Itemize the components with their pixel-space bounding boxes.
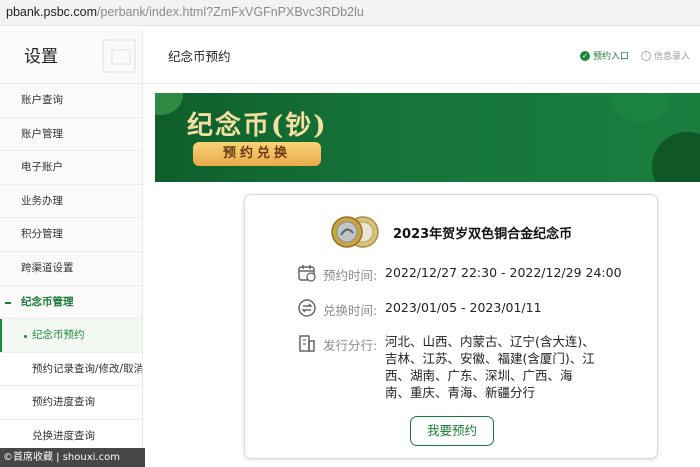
banner-title: 纪念币(钞) bbox=[187, 111, 328, 141]
exchange-time-label: 兑换时间: bbox=[323, 303, 378, 318]
sidebar-item-label: 电子账户 bbox=[21, 161, 63, 174]
banner-reserve-badge: 预约兑换 bbox=[193, 142, 321, 166]
sidebar-title-text: 设置 bbox=[24, 47, 58, 67]
url-host: pbank.psbc.com bbox=[6, 5, 98, 19]
sidebar-item-business[interactable]: 业务办理 bbox=[0, 185, 142, 219]
reserve-time-value: 2022/12/27 22:30 - 2022/12/29 24:00 bbox=[385, 265, 622, 280]
promo-banner: 纪念币(钞) 预约兑换 bbox=[155, 93, 700, 182]
sidebar-subitem-label: 纪念币预约 bbox=[32, 329, 85, 342]
sidebar-item-points[interactable]: 积分管理 bbox=[0, 218, 142, 252]
branch-label: 发行分行: bbox=[323, 338, 378, 353]
check-circle-icon: ✓ bbox=[580, 50, 590, 61]
branch-row: 发行分行: 河北、山西、内蒙古、辽宁(含大连)、吉林、江苏、安徽、福建(含厦门)… bbox=[297, 333, 637, 405]
decor-leaf bbox=[610, 93, 670, 123]
url-path: /perbank/index.html?ZmFxVGFnPXBvc3RDb2lu bbox=[97, 5, 364, 19]
sidebar-subitem-coin-reserve[interactable]: 纪念币预约 bbox=[0, 319, 142, 353]
sidebar-item-cross-channel[interactable]: 跨渠道设置 bbox=[0, 252, 142, 286]
sidebar-subitem-progress[interactable]: 预约进度查询 bbox=[0, 386, 142, 420]
site-watermark: ©首席收藏 | shouxi.com bbox=[0, 448, 145, 467]
sidebar-item-e-account[interactable]: 电子账户 bbox=[0, 151, 142, 185]
reserve-time-row: 预约时间: 2022/12/27 22:30 - 2022/12/29 24:0… bbox=[297, 263, 637, 285]
decor-leaf bbox=[155, 93, 183, 115]
main-header: 纪念币预约 ✓ 预约入口 i 信息录入 bbox=[144, 30, 700, 84]
sidebar-item-label: 积分管理 bbox=[21, 228, 63, 241]
exchange-time-value: 2023/01/05 - 2023/01/11 bbox=[385, 300, 542, 315]
info-entry-link[interactable]: i 信息录入 bbox=[641, 49, 690, 62]
sidebar-item-label: 跨渠道设置 bbox=[21, 261, 74, 274]
sidebar: 设置 账户查询 账户管理 电子账户 业务办理 积分管理 跨渠道设置 纪念币管理 … bbox=[0, 30, 143, 467]
sidebar-group-coin[interactable]: 纪念币管理 bbox=[0, 286, 142, 320]
coin-icon bbox=[331, 216, 379, 248]
sidebar-subitem-label: 预约记录查询/修改/取消 bbox=[32, 362, 143, 375]
sidebar-item-label: 账户管理 bbox=[21, 127, 63, 140]
exchange-icon bbox=[298, 299, 316, 317]
coin-title: 2023年贺岁双色铜合金纪念币 bbox=[393, 227, 573, 242]
sidebar-item-account-manage[interactable]: 账户管理 bbox=[0, 118, 142, 152]
exchange-time-row: 兑换时间: 2023/01/05 - 2023/01/11 bbox=[297, 298, 637, 320]
building-icon bbox=[299, 335, 315, 352]
sidebar-subitem-label: 预约进度查询 bbox=[32, 396, 95, 409]
decor-leaf bbox=[652, 132, 700, 182]
active-dot-icon bbox=[24, 335, 27, 339]
sidebar-item-label: 业务办理 bbox=[21, 194, 63, 207]
reserve-entry-link[interactable]: ✓ 预约入口 bbox=[580, 49, 629, 62]
sidebar-subitem-record[interactable]: 预约记录查询/修改/取消 bbox=[0, 352, 143, 387]
calendar-icon bbox=[298, 265, 316, 282]
sidebar-title: 设置 bbox=[0, 30, 142, 84]
wallet-icon bbox=[102, 39, 136, 73]
info-entry-label: 信息录入 bbox=[654, 52, 691, 62]
page-title: 纪念币预约 bbox=[168, 49, 231, 64]
reserve-entry-label: 预约入口 bbox=[593, 52, 630, 62]
sidebar-subitem-label: 兑换进度查询 bbox=[32, 429, 95, 442]
sidebar-group-label: 纪念币管理 bbox=[21, 295, 74, 308]
address-bar[interactable]: pbank.psbc.com/perbank/index.html?ZmFxVG… bbox=[0, 0, 700, 26]
info-circle-icon: i bbox=[641, 50, 651, 61]
sidebar-item-label: 账户查询 bbox=[21, 94, 63, 106]
reserve-button[interactable]: 我要预约 bbox=[410, 416, 494, 446]
reserve-time-label: 预约时间: bbox=[323, 268, 378, 283]
sidebar-item-account-query[interactable]: 账户查询 bbox=[0, 84, 142, 118]
branch-value: 河北、山西、内蒙古、辽宁(含大连)、吉林、江苏、安徽、福建(含厦门)、江西、湖南… bbox=[385, 334, 595, 400]
coin-card: 2023年贺岁双色铜合金纪念币 预约时间: 2022/12/27 22:30 -… bbox=[244, 194, 658, 459]
